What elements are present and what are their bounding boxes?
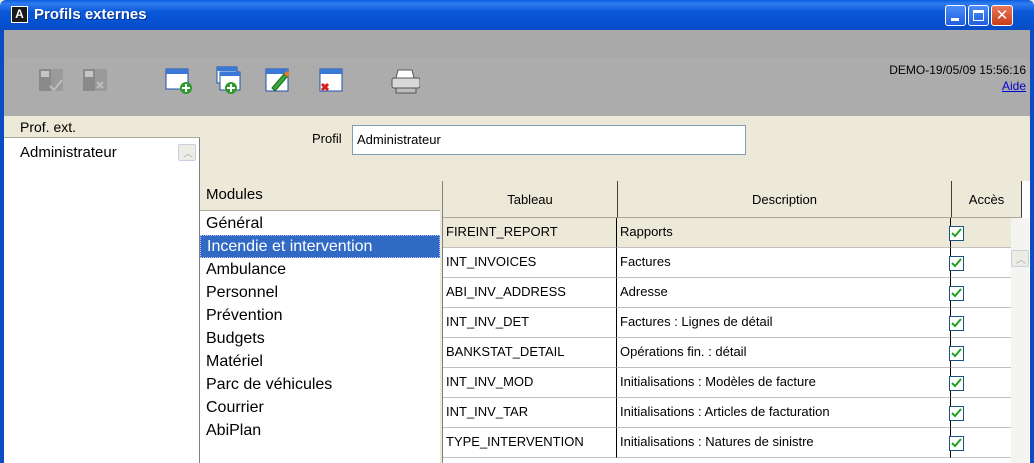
close-button[interactable]: ✕ [991, 5, 1013, 26]
profile-input[interactable]: Administrateur [352, 125, 746, 155]
table-cell-tableau[interactable]: TYPE_INTERVENTION [443, 428, 617, 458]
module-item[interactable]: Courrier [200, 397, 440, 420]
cancel-save-icon[interactable] [80, 66, 110, 96]
table-cell-description[interactable]: Factures : Lignes de détail [617, 308, 951, 338]
access-checkbox[interactable] [949, 256, 964, 271]
app-icon: A [11, 6, 28, 23]
access-checkbox[interactable] [949, 406, 964, 421]
table-cell-tableau[interactable]: INT_INV_DET [443, 308, 617, 338]
access-checkbox[interactable] [949, 376, 964, 391]
table-cell-description[interactable]: Opérations fin. : détail [617, 338, 951, 368]
chevron-up-icon: ︿ [183, 149, 193, 160]
module-item[interactable]: Ambulance [200, 259, 440, 282]
delete-icon[interactable] [317, 66, 347, 96]
table-cell-tableau[interactable]: INT_INVOICES [443, 248, 617, 278]
scroll-up-button[interactable]: ︿ [178, 144, 196, 161]
print-icon[interactable] [390, 66, 420, 96]
toolbar-strip [4, 58, 1030, 116]
table-cell-description[interactable]: Factures [617, 248, 951, 278]
checkmark-icon [951, 228, 962, 238]
profile-list-item[interactable]: Administrateur [20, 144, 117, 161]
checkmark-icon [951, 288, 962, 298]
checkmark-icon [951, 408, 962, 418]
table-cell-description[interactable]: Initialisations : Natures de sinistre [617, 428, 951, 458]
chevron-up-icon: ︿ [1016, 255, 1026, 266]
status-text: DEMO-19/05/09 15:56:16 [889, 63, 1026, 77]
table-cell-tableau[interactable]: ABI_INV_ADDRESS [443, 278, 617, 308]
module-item[interactable]: Parc de véhicules [200, 374, 440, 397]
checkmark-icon [951, 438, 962, 448]
table-cell-tableau[interactable]: FIREINT_REPORT [443, 218, 617, 248]
access-table: Tableau Description Accès FIREINT_REPORT… [442, 181, 1030, 463]
table-cell-description[interactable]: Adresse [617, 278, 951, 308]
help-link[interactable]: Aide [1002, 79, 1026, 93]
access-checkbox[interactable] [949, 286, 964, 301]
profile-label: Profil [312, 131, 342, 146]
minimize-button[interactable] [945, 5, 966, 26]
table-cell-tableau[interactable]: BANKSTAT_DETAIL [443, 338, 617, 368]
module-item[interactable]: Prévention [200, 305, 440, 328]
maximize-button[interactable] [968, 5, 989, 26]
scroll-up-button[interactable]: ︿ [1011, 250, 1029, 267]
table-cell-description[interactable]: Initialisations : Modèles de facture [617, 368, 951, 398]
edit-icon[interactable] [264, 66, 294, 96]
copy-new-icon[interactable] [215, 66, 245, 96]
window-frame-right [1030, 30, 1034, 463]
close-icon: ✕ [995, 6, 1009, 24]
table-cell-tableau[interactable]: INT_INV_MOD [443, 368, 617, 398]
minimize-icon [951, 18, 959, 21]
module-item[interactable]: AbiPlan [200, 420, 440, 443]
new-window-icon[interactable] [164, 66, 194, 96]
module-item[interactable]: Budgets [200, 328, 440, 351]
table-scrollbar[interactable]: ︿ [1011, 218, 1029, 463]
access-checkbox[interactable] [949, 346, 964, 361]
column-header-tableau[interactable]: Tableau [443, 181, 618, 218]
window-title: Profils externes [34, 6, 147, 23]
title-bar [0, 0, 1034, 30]
table-cell-description[interactable]: Initialisations : Articles de facturatio… [617, 398, 951, 428]
maximize-icon [973, 10, 984, 21]
module-item[interactable]: Personnel [200, 282, 440, 305]
column-header-description[interactable]: Description [618, 181, 952, 218]
checkmark-icon [951, 318, 962, 328]
modules-header: Modules [200, 181, 440, 211]
checkmark-icon [951, 348, 962, 358]
column-header-acces[interactable]: Accès [952, 181, 1022, 218]
modules-list: Modules Général Incendie et intervention… [200, 181, 440, 463]
access-checkbox[interactable] [949, 436, 964, 451]
module-item-selected[interactable]: Incendie et intervention [200, 235, 440, 258]
access-checkbox[interactable] [949, 226, 964, 241]
access-checkbox[interactable] [949, 316, 964, 331]
checkmark-icon [951, 378, 962, 388]
save-icon[interactable] [36, 66, 66, 96]
module-item[interactable]: Matériel [200, 351, 440, 374]
checkmark-icon [951, 258, 962, 268]
module-item[interactable]: Général [200, 213, 440, 236]
profile-list-header: Prof. ext. [4, 116, 200, 138]
table-cell-description[interactable]: Rapports [617, 218, 951, 248]
table-cell-tableau[interactable]: INT_INV_TAR [443, 398, 617, 428]
profile-list-panel: Prof. ext. Administrateur ︿ [4, 116, 200, 463]
